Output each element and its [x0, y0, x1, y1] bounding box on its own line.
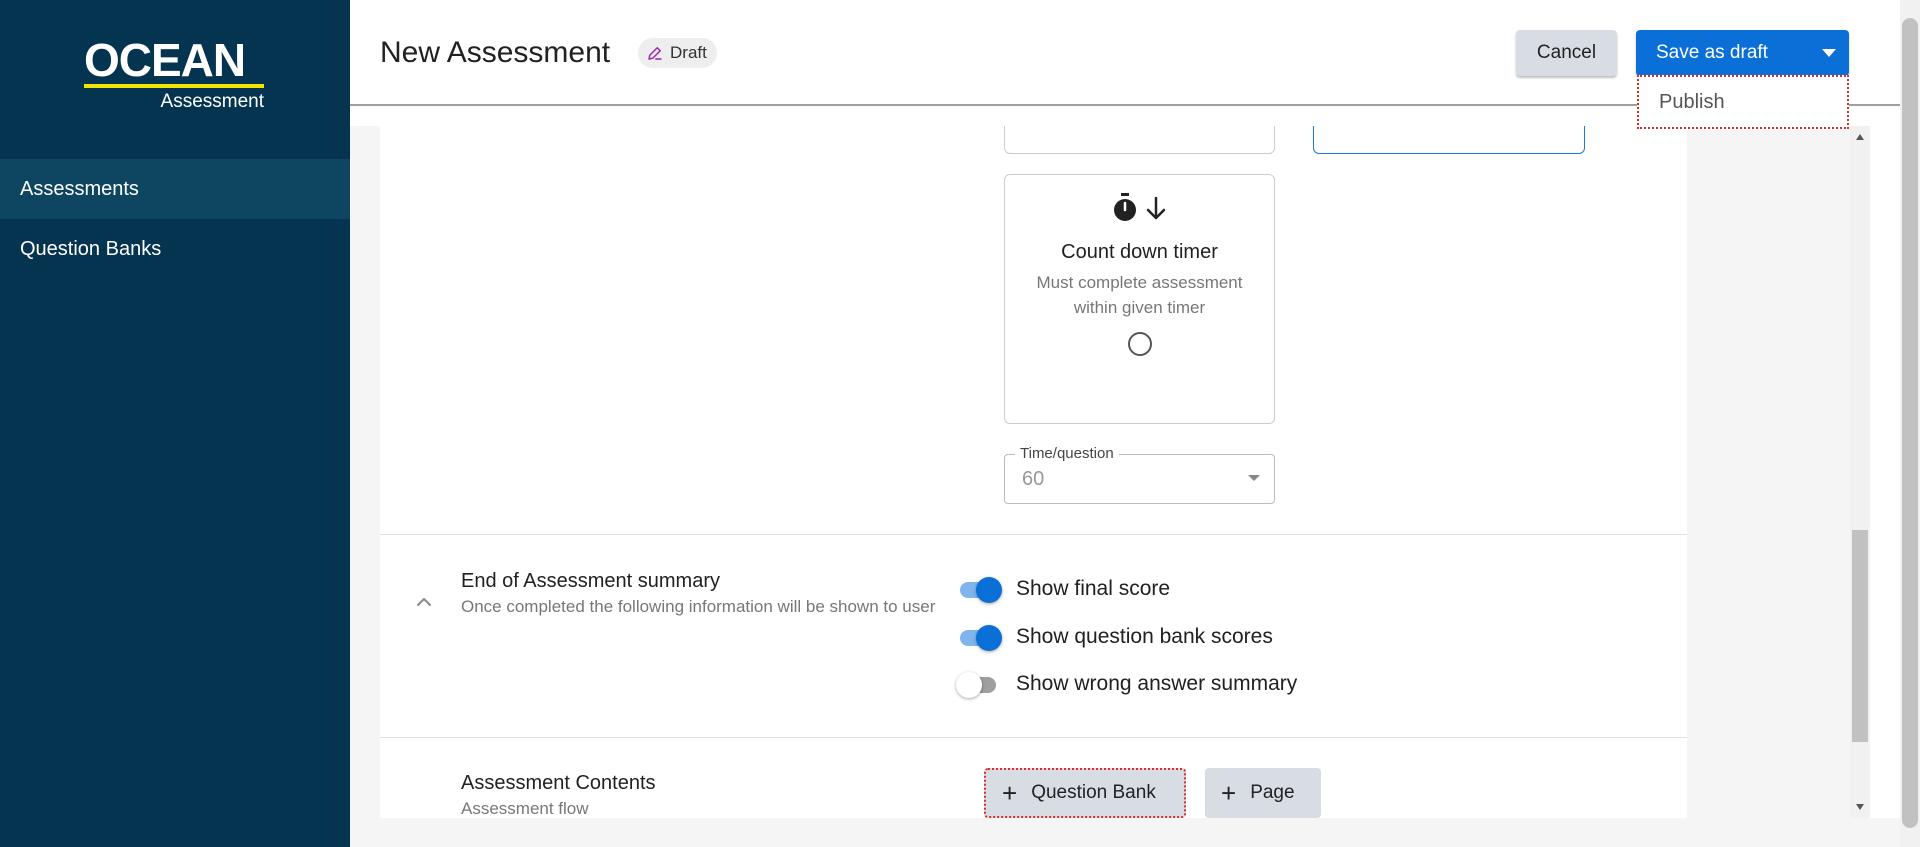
- timer-icons: [1005, 193, 1274, 223]
- countdown-timer-description: Must complete assessment within given ti…: [1036, 273, 1243, 317]
- status-badge-label: Draft: [670, 43, 707, 62]
- save-as-draft-button[interactable]: Save as draft: [1636, 30, 1849, 76]
- page-scroll-thumb[interactable]: [1902, 18, 1918, 828]
- sidebar-nav: Assessments Question Banks: [0, 159, 350, 279]
- bottom-strip: [350, 818, 1900, 847]
- save-as-draft-label: Save as draft: [1656, 42, 1768, 63]
- scroll-thumb[interactable]: [1852, 530, 1868, 742]
- chevron-up-icon[interactable]: [415, 596, 433, 608]
- assessment-contents-description: Assessment flow: [461, 799, 589, 818]
- sidebar: OCEAN Assessment Assessments Question Ba…: [0, 0, 350, 847]
- logo-wordmark: OCEAN: [84, 34, 246, 86]
- status-badge: Draft: [638, 38, 717, 68]
- plus-icon: +: [1002, 778, 1018, 808]
- edit-pencil-icon: [648, 47, 662, 60]
- countdown-timer-card[interactable]: Count down timer Must complete assessmen…: [1004, 174, 1275, 424]
- sidebar-item-assessments[interactable]: Assessments: [0, 159, 350, 219]
- time-per-question-value: 60: [1022, 468, 1045, 490]
- publish-label: Publish: [1659, 91, 1725, 113]
- switch[interactable]: [956, 669, 1002, 699]
- assessment-contents-title: Assessment Contents: [461, 772, 656, 794]
- toggle-label: Show question bank scores: [1016, 625, 1273, 648]
- publish-menu-item[interactable]: Publish: [1637, 75, 1849, 129]
- toggle-show-question-bank-scores[interactable]: Show question bank scores: [956, 622, 1273, 652]
- select-caret-icon: [1248, 475, 1260, 481]
- plus-icon: +: [1221, 778, 1237, 808]
- time-per-question-select[interactable]: Time/question 60: [1004, 445, 1275, 504]
- countdown-timer-radio[interactable]: [1127, 332, 1152, 356]
- end-of-assessment-title: End of Assessment summary: [461, 570, 720, 592]
- toggle-show-final-score[interactable]: Show final score: [956, 574, 1170, 604]
- page-title: New Assessment: [380, 36, 611, 69]
- switch[interactable]: [956, 622, 1002, 652]
- countdown-timer-title: Count down timer: [1061, 241, 1218, 263]
- section-divider: [380, 534, 1687, 535]
- add-question-bank-label: Question Bank: [1031, 782, 1156, 803]
- page-scrollbar[interactable]: [1900, 0, 1920, 847]
- toggle-label: Show final score: [1016, 577, 1171, 600]
- timer-option-card[interactable]: [1004, 126, 1275, 154]
- section-divider: [380, 737, 1687, 738]
- scroll-up-arrow-icon[interactable]: [1856, 134, 1864, 140]
- dropdown-caret-icon[interactable]: [1809, 30, 1849, 76]
- add-question-bank-button[interactable]: + Question Bank: [984, 768, 1186, 818]
- logo-subtitle: Assessment: [160, 91, 264, 112]
- switch[interactable]: [956, 574, 1002, 604]
- timer-option-card-selected[interactable]: [1313, 126, 1585, 154]
- content-scrollbar[interactable]: [1850, 126, 1870, 818]
- toggle-label: Show wrong answer summary: [1016, 672, 1298, 695]
- arrow-down-icon: [1146, 196, 1165, 220]
- sidebar-item-question-banks[interactable]: Question Banks: [0, 219, 350, 279]
- end-of-assessment-description: Once completed the following information…: [461, 597, 936, 616]
- ocean-logo[interactable]: OCEAN Assessment: [84, 34, 266, 113]
- main-content: Count down timer Must complete assessmen…: [350, 126, 1870, 818]
- scroll-down-arrow-icon[interactable]: [1856, 804, 1864, 810]
- time-per-question-label: Time/question: [1015, 445, 1119, 462]
- add-page-label: Page: [1250, 782, 1295, 803]
- stopwatch-icon: [1113, 193, 1136, 221]
- cancel-button[interactable]: Cancel: [1516, 30, 1617, 76]
- add-page-button[interactable]: + Page: [1205, 768, 1321, 818]
- toggle-show-wrong-answer-summary[interactable]: Show wrong answer summary: [956, 669, 1297, 699]
- settings-panel: Count down timer Must complete assessmen…: [380, 126, 1687, 818]
